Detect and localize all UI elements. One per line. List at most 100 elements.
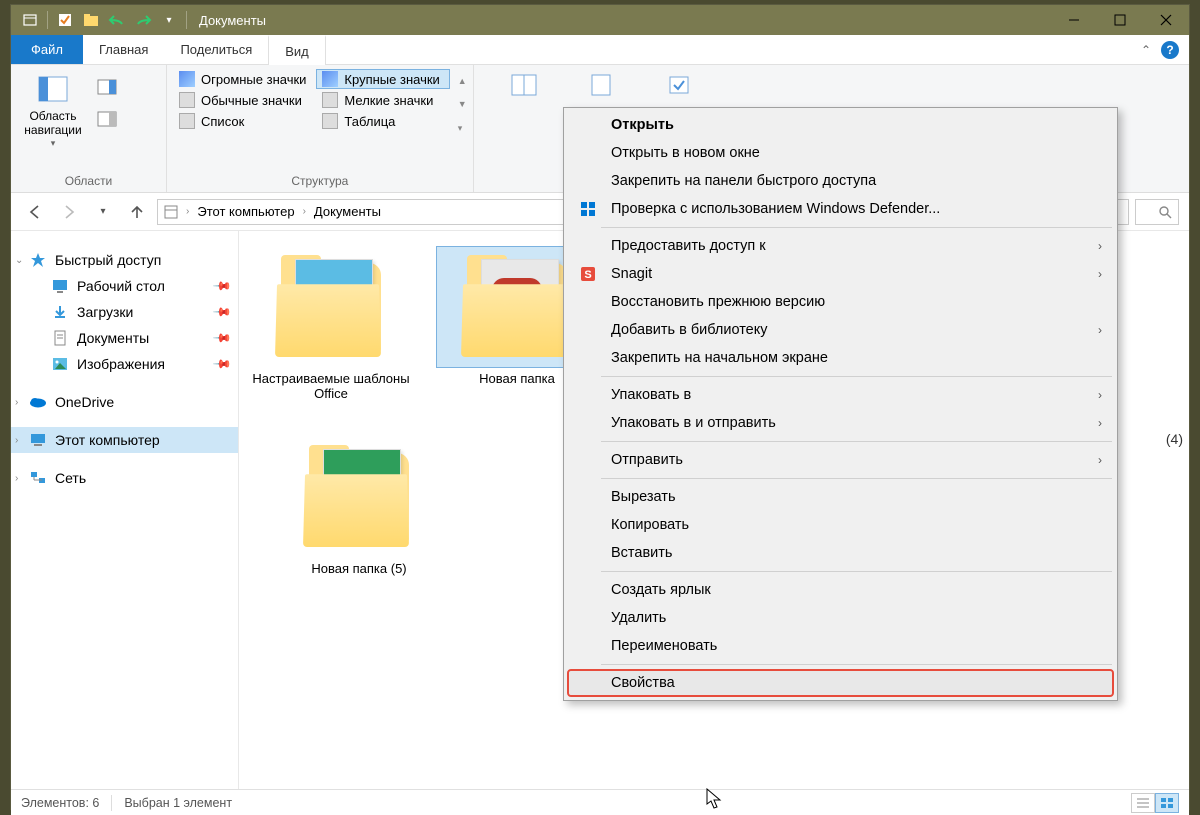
cm-add-library[interactable]: Добавить в библиотеку›: [567, 316, 1114, 344]
sidebar-network[interactable]: › Сеть: [11, 465, 238, 491]
context-menu: Открыть Открыть в новом окне Закрепить н…: [563, 107, 1118, 701]
qat-undo-icon[interactable]: [104, 8, 130, 32]
sidebar-item-pictures[interactable]: Изображения📌: [11, 351, 238, 377]
cm-send-to[interactable]: Отправить›: [567, 446, 1114, 474]
layout-list[interactable]: Список: [173, 111, 316, 131]
cm-pack-send[interactable]: Упаковать в и отправить›: [567, 409, 1114, 437]
cm-pin-start[interactable]: Закрепить на начальном экране: [567, 344, 1114, 372]
view-details-toggle[interactable]: [1131, 793, 1155, 813]
cm-snagit[interactable]: SSnagit›: [567, 260, 1114, 288]
forward-button[interactable]: [55, 198, 83, 226]
qat-new-folder-icon[interactable]: [78, 8, 104, 32]
cm-defender[interactable]: Проверка с использованием Windows Defend…: [567, 195, 1114, 223]
breadcrumb-root[interactable]: Этот компьютер: [195, 204, 296, 219]
gallery-up-icon[interactable]: ▲: [458, 76, 467, 86]
preview-pane-button[interactable]: [93, 73, 121, 101]
window-title: Документы: [199, 13, 266, 28]
pin-icon: 📌: [212, 302, 232, 322]
search-icon: [1158, 205, 1172, 219]
ribbon-tabs: Файл Главная Поделиться Вид ⌃ ?: [11, 35, 1189, 65]
pin-icon: 📌: [212, 276, 232, 296]
file-item-new-folder-5[interactable]: Новая папка (5): [279, 437, 439, 576]
cm-delete[interactable]: Удалить: [567, 604, 1114, 632]
qat-properties-icon[interactable]: [52, 8, 78, 32]
search-box[interactable]: [1135, 199, 1179, 225]
cm-open[interactable]: Открыть: [567, 111, 1114, 139]
titlebar: ▾ Документы: [11, 5, 1189, 35]
cm-pack[interactable]: Упаковать в›: [567, 381, 1114, 409]
tab-share[interactable]: Поделиться: [164, 35, 268, 64]
details-pane-button[interactable]: [93, 105, 121, 133]
app-icon: [17, 8, 43, 32]
chevron-right-icon: ›: [1098, 453, 1106, 467]
cm-paste[interactable]: Вставить: [567, 539, 1114, 567]
gallery-more-icon[interactable]: ▾: [458, 123, 467, 134]
onedrive-icon: [29, 393, 47, 411]
cm-properties[interactable]: Свойства: [567, 669, 1114, 697]
chevron-right-icon: ›: [1098, 416, 1106, 430]
recent-dropdown[interactable]: ▾: [89, 198, 117, 226]
sidebar-this-pc[interactable]: › Этот компьютер: [11, 427, 238, 453]
status-count: Элементов: 6: [21, 796, 99, 810]
qat-dropdown-icon[interactable]: ▾: [156, 8, 182, 32]
sort-by-icon: [510, 73, 538, 97]
chevron-right-icon: ›: [1098, 388, 1106, 402]
cm-copy[interactable]: Копировать: [567, 511, 1114, 539]
panes-group-label: Области: [17, 172, 160, 190]
sidebar-item-desktop[interactable]: Рабочий стол📌: [11, 273, 238, 299]
cm-create-shortcut[interactable]: Создать ярлык: [567, 576, 1114, 604]
pc-icon: [29, 431, 47, 449]
sidebar-quick-access[interactable]: ⌄ Быстрый доступ: [11, 247, 238, 273]
help-icon[interactable]: ?: [1161, 41, 1179, 59]
chevron-right-icon: ›: [1098, 267, 1106, 281]
layout-extra-large[interactable]: Огромные значки: [173, 69, 316, 89]
breadcrumb-current[interactable]: Документы: [312, 204, 383, 219]
file-item-templates[interactable]: Настраиваемые шаблоны Office: [251, 247, 411, 401]
maximize-button[interactable]: [1097, 5, 1143, 35]
svg-text:S: S: [584, 269, 591, 281]
sidebar-onedrive[interactable]: › OneDrive: [11, 389, 238, 415]
navigation-pane-button[interactable]: Область навигации ▾: [17, 69, 89, 153]
network-icon: [29, 469, 47, 487]
gallery-down-icon[interactable]: ▼: [458, 99, 467, 109]
tab-home[interactable]: Главная: [83, 35, 164, 64]
location-icon: [162, 203, 180, 221]
sidebar-item-downloads[interactable]: Загрузки📌: [11, 299, 238, 325]
cm-rename[interactable]: Переименовать: [567, 632, 1114, 660]
chevron-right-icon: ›: [1098, 239, 1106, 253]
sidebar-item-documents[interactable]: Документы📌: [11, 325, 238, 351]
cm-share-access[interactable]: Предоставить доступ к›: [567, 232, 1114, 260]
view-icons-toggle[interactable]: [1155, 793, 1179, 813]
cm-cut[interactable]: Вырезать: [567, 483, 1114, 511]
downloads-icon: [51, 303, 69, 321]
pin-icon: 📌: [212, 354, 232, 374]
layout-group-label: Структура: [173, 172, 467, 190]
cm-open-new-window[interactable]: Открыть в новом окне: [567, 139, 1114, 167]
ribbon-collapse-icon[interactable]: ⌃: [1141, 43, 1151, 57]
pin-icon: 📌: [212, 328, 232, 348]
layout-gallery[interactable]: Огромные значки Крупные значки Обычные з…: [173, 69, 450, 131]
status-selected: Выбран 1 элемент: [124, 796, 232, 810]
layout-small[interactable]: Мелкие значки: [316, 90, 449, 110]
close-button[interactable]: [1143, 5, 1189, 35]
tab-view[interactable]: Вид: [268, 35, 326, 65]
qat-redo-icon[interactable]: [130, 8, 156, 32]
layout-medium[interactable]: Обычные значки: [173, 90, 316, 110]
star-icon: [29, 251, 47, 269]
back-button[interactable]: [21, 198, 49, 226]
cm-pin-quick-access[interactable]: Закрепить на панели быстрого доступа: [567, 167, 1114, 195]
cm-restore-previous[interactable]: Восстановить прежнюю версию: [567, 288, 1114, 316]
add-columns-icon: [588, 73, 616, 97]
item-checkboxes-icon: [666, 73, 694, 97]
defender-icon: [579, 200, 597, 218]
minimize-button[interactable]: [1051, 5, 1097, 35]
up-button[interactable]: [123, 198, 151, 226]
layout-large[interactable]: Крупные значки: [316, 69, 449, 89]
documents-icon: [51, 329, 69, 347]
chevron-right-icon: ›: [1098, 323, 1106, 337]
layout-tiles[interactable]: Таблица: [316, 111, 449, 131]
snagit-icon: S: [579, 265, 597, 283]
status-bar: Элементов: 6 Выбран 1 элемент: [11, 789, 1189, 815]
desktop-icon: [51, 277, 69, 295]
tab-file[interactable]: Файл: [11, 35, 83, 64]
